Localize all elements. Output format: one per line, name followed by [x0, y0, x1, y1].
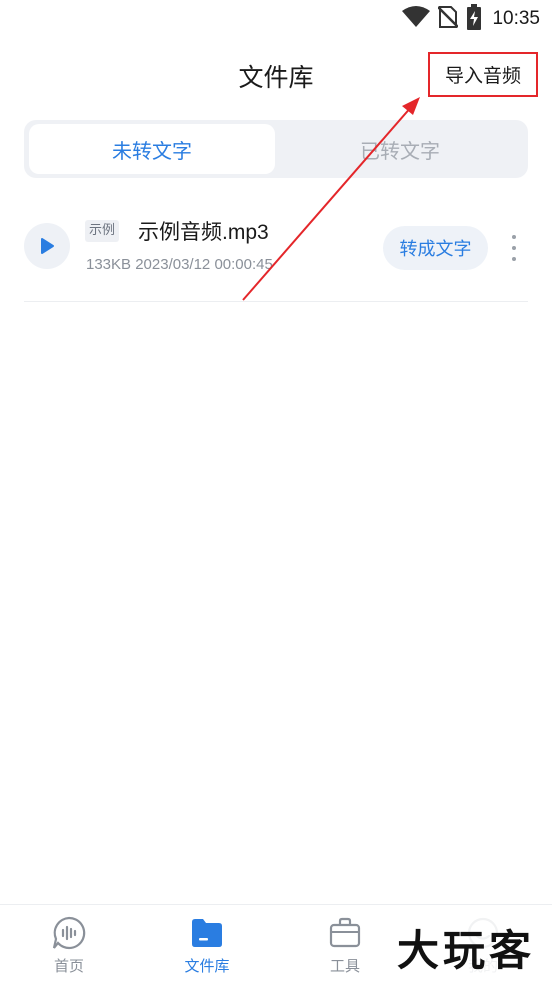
import-audio-button[interactable]: 导入音频	[428, 52, 538, 97]
list-item[interactable]: 示例 示例音频.mp3 133KB 2023/03/12 00:00:45 转成…	[24, 202, 528, 302]
briefcase-icon	[327, 915, 363, 951]
file-name: 示例音频.mp3	[138, 221, 269, 244]
nav-label-files: 文件库	[184, 957, 230, 975]
more-options-icon[interactable]	[502, 232, 526, 264]
play-button[interactable]	[24, 223, 70, 269]
no-sim-icon	[437, 5, 460, 33]
nav-item-home[interactable]: 首页	[19, 915, 119, 979]
status-icons: 10:35	[402, 4, 540, 34]
battery-charging-icon	[466, 4, 482, 34]
nav-label-tools: 工具	[329, 957, 360, 975]
tab-not-converted[interactable]: 未转文字	[29, 124, 275, 174]
file-meta: 133KB 2023/03/12 00:00:45	[86, 256, 273, 273]
tab-converted[interactable]: 已转文字	[277, 124, 523, 174]
status-time: 10:35	[492, 8, 540, 29]
voice-wave-icon	[51, 915, 87, 951]
wifi-icon	[402, 6, 431, 32]
conversion-status-tabs: 未转文字 已转文字	[24, 120, 528, 178]
nav-label-home: 首页	[53, 957, 84, 975]
header: 文件库 导入音频	[0, 48, 552, 104]
folder-icon	[189, 915, 225, 951]
play-icon	[41, 238, 54, 254]
convert-to-text-button[interactable]: 转成文字	[383, 226, 488, 270]
watermark-logo: 大玩客	[380, 914, 552, 980]
status-bar: 10:35	[0, 0, 552, 38]
nav-item-files[interactable]: 文件库	[157, 915, 257, 979]
sample-badge: 示例	[85, 220, 120, 242]
